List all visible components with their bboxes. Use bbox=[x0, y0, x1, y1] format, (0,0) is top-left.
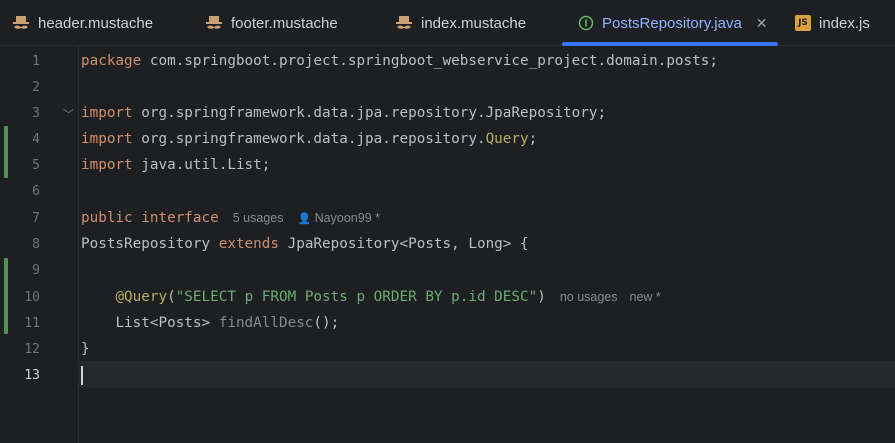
code-editor[interactable]: ﹀ 1 package com.springboot.project.sprin… bbox=[0, 46, 895, 443]
tab-footer-mustache[interactable]: footer.mustache bbox=[205, 0, 338, 46]
code-line-1: 1 package com.springboot.project.springb… bbox=[32, 53, 718, 69]
code-line-2: 2 bbox=[32, 79, 40, 95]
tab-label: footer.mustache bbox=[231, 14, 338, 32]
tab-posts-repository-java[interactable]: PostsRepository.java ✕ bbox=[562, 0, 778, 46]
code-line-8: 8 PostsRepository extends JpaRepository<… bbox=[32, 236, 529, 252]
code-line-6: 6 bbox=[32, 183, 40, 199]
tab-label: index.mustache bbox=[421, 14, 527, 32]
code-line-10: 10 @Query("SELECT p FROM Posts p ORDER B… bbox=[24, 289, 661, 305]
person-icon: 👤 bbox=[297, 213, 312, 225]
tab-label: PostsRepository.java bbox=[602, 14, 742, 32]
editor-tab-bar: header.mustache footer.mustache index.mu… bbox=[0, 0, 895, 46]
mustache-icon bbox=[395, 15, 413, 31]
code-line-3: 3 import org.springframework.data.jpa.re… bbox=[32, 105, 607, 121]
code-line-7: 7 public interface 5 usages 👤 Nayoon99 * bbox=[32, 210, 380, 226]
code-line-4: 4 import org.springframework.data.jpa.re… bbox=[32, 131, 538, 147]
js-icon: JS bbox=[795, 15, 811, 31]
code-line-13: 13 bbox=[0, 362, 895, 388]
tab-index-js[interactable]: JS index.js bbox=[795, 0, 870, 46]
code-line-12: 12 } bbox=[24, 341, 90, 357]
tab-label: index.js bbox=[819, 14, 870, 32]
mustache-icon bbox=[205, 15, 223, 31]
usages-hint[interactable]: 5 usages bbox=[233, 211, 284, 225]
tab-header-mustache[interactable]: header.mustache bbox=[12, 0, 153, 46]
mustache-icon bbox=[12, 15, 30, 31]
java-interface-icon bbox=[578, 15, 594, 31]
tab-label: header.mustache bbox=[38, 14, 154, 32]
code-line-5: 5 import java.util.List; bbox=[32, 157, 271, 173]
close-icon[interactable]: ✕ bbox=[756, 15, 768, 32]
tab-index-mustache[interactable]: index.mustache bbox=[395, 0, 526, 46]
author-status-hint[interactable]: new * bbox=[630, 290, 661, 304]
text-caret bbox=[81, 365, 83, 385]
code-line-11: 11 List<Posts> findAllDesc(); bbox=[24, 315, 340, 331]
code-line-9: 9 bbox=[32, 262, 40, 278]
usages-hint[interactable]: no usages bbox=[560, 290, 618, 304]
author-hint[interactable]: 👤 Nayoon99 * bbox=[297, 211, 380, 225]
